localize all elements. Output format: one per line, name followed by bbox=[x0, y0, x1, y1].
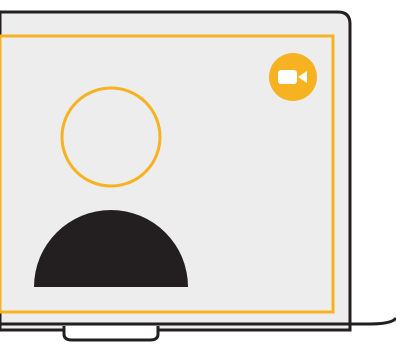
video-call-illustration bbox=[0, 0, 396, 347]
video-call-button[interactable] bbox=[269, 53, 317, 101]
laptop-notch bbox=[62, 326, 160, 342]
laptop-illustration bbox=[0, 10, 396, 342]
video-camera-icon bbox=[278, 68, 308, 86]
